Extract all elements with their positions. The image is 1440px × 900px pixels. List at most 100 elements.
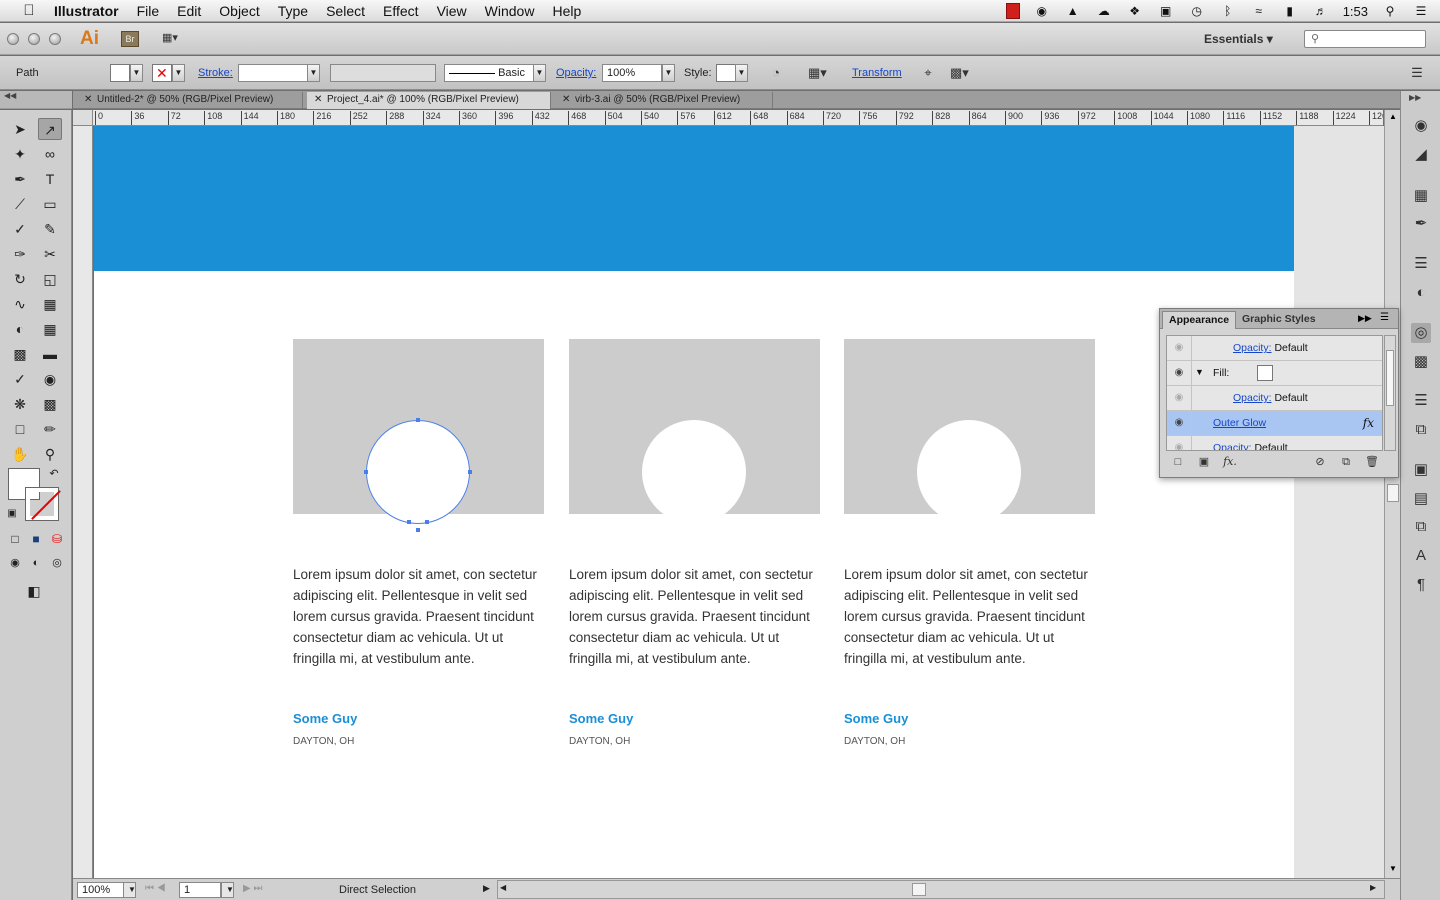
scroll-up-icon[interactable]: ▲ [1385,110,1401,124]
close-tab-icon[interactable]: ✕ [562,92,570,108]
card-body-text[interactable]: Lorem ipsum dolor sit amet, con sectetur… [293,564,544,669]
tab-appearance[interactable]: Appearance [1162,311,1237,329]
zoom-tool-icon[interactable]: ⚲ [38,443,62,465]
fill-color-swatch[interactable] [110,64,130,82]
card-body-text[interactable]: Lorem ipsum dolor sit amet, con sectetur… [844,564,1095,669]
avatar-pointer[interactable] [686,520,702,530]
pencil-tool-icon[interactable]: ✎ [38,218,62,240]
bluetooth-icon[interactable]: ᛒ [1219,4,1237,18]
horizontal-scroll-thumb[interactable] [912,883,926,896]
card-author-location[interactable]: DAYTON, OH [293,736,354,747]
scroll-thumb[interactable] [1387,484,1399,502]
brush-definition-dropdown[interactable]: Basic [444,64,534,82]
avatar-circle[interactable] [642,420,746,524]
color-mode-icon[interactable]: □ [6,530,24,548]
type-tool-icon[interactable]: T [38,168,62,190]
eyedropper-tool-icon[interactable]: ✓ [8,368,32,390]
anchor-point[interactable] [364,470,368,474]
visibility-eye-icon[interactable]: ◉ [1171,367,1187,379]
workspace-switcher[interactable]: Essentials ▾ [1204,32,1273,46]
appearance-row-fill[interactable]: ◉ ▼ Fill: [1167,361,1382,386]
artboard-dropdown-icon[interactable]: ▼ [221,882,234,898]
go-to-bridge-button[interactable]: Br [121,31,139,47]
horizontal-scrollbar[interactable]: ◀ ▶ [497,880,1385,899]
magic-wand-tool-icon[interactable]: ✦ [8,143,32,165]
menu-window[interactable]: Window [485,3,535,19]
line-tool-icon[interactable]: ⟋ [8,193,32,215]
draw-normal-icon[interactable]: ◉ [6,554,24,572]
graphic-style-swatch[interactable] [716,64,736,82]
mesh-tool-icon[interactable]: ▩ [8,343,32,365]
rectangle-tool-icon[interactable]: ▭ [38,193,62,215]
expand-panels-icon[interactable]: ▶▶ [1409,93,1421,102]
graphic-styles-panel-icon[interactable]: ▩ [1411,352,1431,372]
stroke-panel-link[interactable]: Stroke: [198,67,233,79]
variable-width-profile-dropdown[interactable] [330,64,436,82]
screen-mode-icon[interactable]: ◧ [22,580,46,602]
rotate-tool-icon[interactable]: ↻ [8,268,32,290]
anchor-point[interactable] [416,528,420,532]
current-tool-status[interactable]: Direct Selection [339,884,416,896]
character-panel-icon[interactable]: A [1411,546,1431,566]
artboard-tool-icon[interactable]: □ [8,418,32,440]
dropbox-icon[interactable]: ❖ [1126,4,1144,18]
scroll-left-icon[interactable]: ◀ [500,883,506,892]
tab-project-4[interactable]: ✕ Project_4.ai* @ 100% (RGB/Pixel Preview… [307,92,551,109]
collapse-panel-icon[interactable]: ▶▶ [1358,313,1372,324]
artboards-panel-icon[interactable]: ⧉ [1411,420,1431,440]
blend-tool-icon[interactable]: ◉ [38,368,62,390]
anchor-point[interactable] [468,470,472,474]
stroke-panel-icon[interactable]: ☰ [1411,254,1431,274]
card-author-name[interactable]: Some Guy [293,711,357,726]
paintbrush-tool-icon[interactable]: ✓ [8,218,32,240]
anchor-point[interactable] [416,418,420,422]
artboard-first-prev-icon[interactable]: ⏮ ◀ [145,883,166,894]
visibility-eye-icon[interactable]: ◉ [1171,417,1187,429]
stroke-weight-input[interactable] [238,64,308,82]
artboard-number-input[interactable]: 1 [179,882,221,898]
none-mode-icon[interactable]: ⛁ [48,530,66,548]
align-options-icon[interactable]: ▦▾ [808,65,827,81]
menu-view[interactable]: View [437,3,467,19]
draw-behind-icon[interactable]: ◐ [27,554,45,572]
gradient-tool-icon[interactable]: ▬ [38,343,62,365]
selection-tool-icon[interactable]: ➤ [8,118,32,140]
anchor-point[interactable] [407,520,411,524]
select-similar-icon[interactable]: ▩▾ [950,65,969,81]
blob-brush-tool-icon[interactable]: ✑ [8,243,32,265]
column-graph-tool-icon[interactable]: ▩ [38,393,62,415]
appearance-row-opacity[interactable]: ◉ Opacity: Default [1167,336,1382,361]
battery-icon[interactable]: ▮ [1281,4,1299,18]
time-machine-icon[interactable]: ◷ [1188,4,1206,18]
card-author-location[interactable]: DAYTON, OH [844,736,905,747]
visibility-eye-icon[interactable]: ◉ [1171,342,1187,354]
visibility-eye-icon[interactable]: ◉ [1171,442,1187,450]
scale-tool-icon[interactable]: ◱ [38,268,62,290]
tools-panel-header[interactable]: ◀◀ [0,91,72,109]
opacity-panel-link[interactable]: Opacity: [556,67,596,79]
arrange-documents-button[interactable]: ▦▾ [162,31,190,47]
wifi-icon[interactable]: ≈ [1250,4,1268,18]
apple-menu-icon[interactable]:  [18,2,40,19]
free-transform-tool-icon[interactable]: ▦ [38,293,62,315]
brushes-panel-icon[interactable]: ✒ [1411,214,1431,234]
tab-graphic-styles[interactable]: Graphic Styles [1236,311,1322,329]
menu-object[interactable]: Object [219,3,259,19]
pathfinder-panel-icon[interactable]: ⧉ [1411,517,1431,537]
card-author-name[interactable]: Some Guy [569,711,633,726]
recolor-artwork-icon[interactable]: ◔ [767,65,785,81]
menu-type[interactable]: Type [278,3,308,19]
appearance-scrollbar[interactable] [1384,335,1396,451]
color-guide-icon[interactable]: ◉ [1411,116,1431,136]
expand-triangle-icon[interactable]: ▼ [1195,367,1204,377]
scissors-tool-icon[interactable]: ✂ [38,243,62,265]
horizontal-ruler[interactable]: 0 36 72 108 144 180 216 252 288 324 360 396 432 468 50… [93,110,1383,126]
appearance-panel-icon[interactable]: ◎ [1411,323,1431,343]
card-author-name[interactable]: Some Guy [844,711,908,726]
ruler-origin[interactable] [73,110,93,126]
window-zoom-button[interactable] [49,33,61,45]
zoom-level-input[interactable]: 100% [77,882,125,898]
transform-panel-icon[interactable]: ▣ [1411,460,1431,480]
direct-selection-tool-icon[interactable]: ↗ [38,118,62,140]
hero-banner[interactable] [94,126,1294,271]
